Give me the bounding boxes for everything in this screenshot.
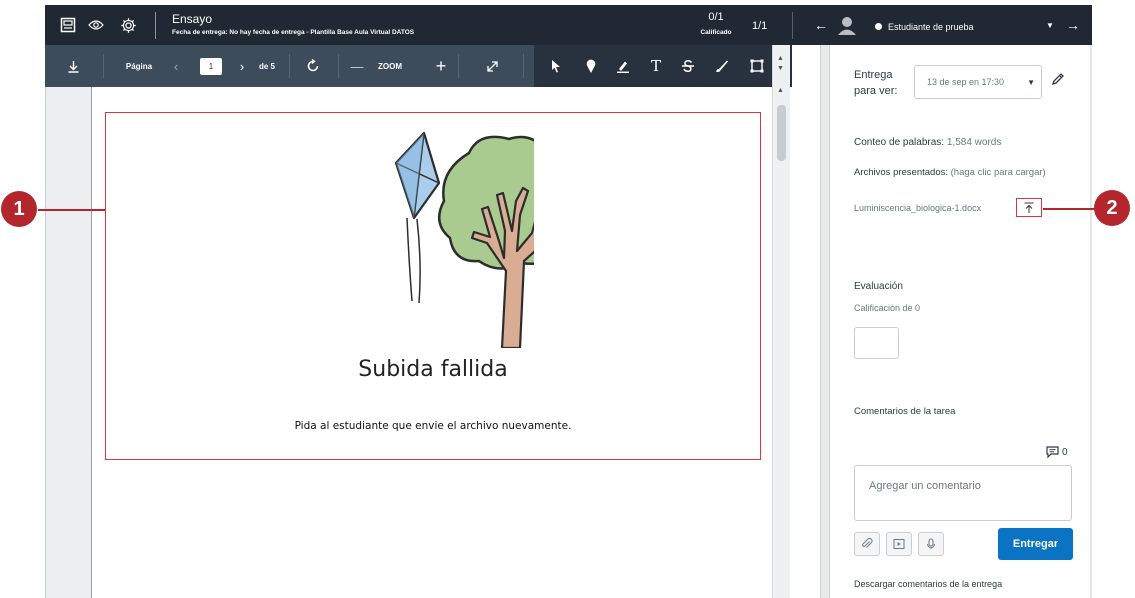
student-name[interactable]: Estudiante de prueba — [888, 22, 974, 32]
download-icon[interactable] — [63, 45, 83, 87]
tree-kite-illustration — [394, 131, 534, 348]
rotate-icon[interactable] — [299, 45, 327, 87]
page-number-input[interactable] — [200, 58, 222, 75]
comment-textarea[interactable]: Agregar un comentario — [854, 465, 1072, 521]
scroll-up-small-icon[interactable]: ▲ — [777, 87, 784, 94]
pin-icon[interactable] — [581, 45, 601, 87]
evaluation-label: Evaluación — [854, 281, 903, 292]
status-dot-icon — [875, 23, 882, 30]
submission-label: Entrega para ver: — [854, 69, 898, 97]
score-value: 0/1 — [708, 11, 724, 23]
gear-icon[interactable] — [116, 13, 140, 37]
files-label: Archivos presentados: — [854, 167, 948, 178]
comment-bubble-icon — [1046, 445, 1059, 463]
grading-sidebar: Entrega para ver: 13 de sep en 17:30 ▼ C… — [830, 45, 1092, 598]
submission-select-value: 13 de sep en 17:30 — [927, 77, 1005, 87]
annotation-tools: T — [534, 45, 792, 87]
speedgrader-header: Ensayo Fecha de entrega: No hay fecha de… — [45, 5, 1092, 45]
zoom-label: ZOOM — [378, 61, 402, 71]
chevron-down-icon: ▼ — [1027, 78, 1035, 87]
assignment-subtitle: Fecha de entrega: No hay fecha de entreg… — [172, 29, 415, 36]
scroll-down-icon[interactable]: ▼ — [777, 65, 784, 72]
document-toolbar: Página ‹ › de 5 — ZOOM + T — [45, 45, 792, 87]
download-comments-link[interactable]: Descargar comentarios de la entrega — [854, 579, 1002, 589]
pointer-icon[interactable] — [546, 45, 566, 87]
area-icon[interactable] — [746, 45, 768, 87]
microphone-icon[interactable] — [918, 532, 944, 556]
upload-failed-title: Subida fallida — [358, 357, 508, 382]
highlight-icon[interactable] — [613, 45, 633, 87]
expand-icon[interactable] — [482, 45, 502, 87]
upload-failed-message: Pida al estudiante que envie el archivo … — [294, 420, 572, 432]
callout-2-marker: 2 — [1094, 190, 1130, 226]
comment-count: 0 — [1062, 447, 1068, 458]
stage: Ensayo Fecha de entrega: No hay fecha de… — [0, 0, 1135, 598]
zoom-in-icon[interactable]: + — [433, 45, 449, 87]
media-icon[interactable] — [886, 532, 912, 556]
submit-button[interactable]: Entregar — [998, 528, 1073, 560]
scroll-up-icon[interactable]: ▲ — [777, 55, 784, 62]
word-count-value: 1,584 words — [946, 137, 1002, 148]
callout-2-line — [1043, 208, 1096, 210]
word-count: Conteo de palabras: 1,584 words — [854, 137, 1001, 148]
submitted-files: Archivos presentados: (haga clic para ca… — [854, 166, 1049, 180]
file-name-link[interactable]: Luminiscencia_biologica-1.docx — [854, 203, 981, 213]
draw-icon[interactable] — [712, 45, 732, 87]
paperclip-icon[interactable] — [854, 532, 880, 556]
files-hint: (haga clic para cargar) — [950, 167, 1046, 178]
submission-select[interactable]: 13 de sep en 17:30 ▼ — [914, 65, 1042, 99]
comments-label: Comentarios de la tarea — [854, 406, 956, 417]
callout-1-line — [38, 209, 105, 211]
sidebar-scrollbar[interactable] — [1090, 45, 1092, 598]
callout-1-marker: 1 — [1, 191, 37, 227]
scroll-thumb[interactable] — [777, 105, 786, 161]
pencil-icon[interactable] — [1046, 67, 1070, 91]
viewer-scrollbar[interactable]: ▲ ▼ ▲ — [772, 45, 790, 598]
page-total: de 5 — [258, 61, 275, 71]
student-count: 1/1 — [752, 20, 768, 32]
assignment-title[interactable]: Ensayo — [172, 12, 212, 26]
text-icon[interactable]: T — [646, 45, 666, 87]
grade-input[interactable] — [854, 327, 899, 359]
chevron-down-icon[interactable]: ▼ — [1038, 13, 1062, 37]
grade-label: Calificación de 0 — [854, 303, 921, 313]
upload-button-highlight — [1016, 198, 1042, 217]
speedgrader-icon[interactable] — [56, 13, 80, 37]
arrow-left-icon[interactable]: ← — [809, 13, 833, 37]
chevron-left-icon[interactable]: ‹ — [169, 45, 183, 87]
zoom-out-icon[interactable]: — — [349, 45, 365, 87]
eye-icon[interactable] — [84, 13, 108, 37]
page-label: Página — [125, 61, 153, 71]
upload-failed-panel: Subida fallida Pida al estudiante que en… — [105, 112, 761, 460]
score-label: Calificado — [700, 29, 732, 36]
word-count-label: Conteo de palabras: — [854, 137, 945, 148]
arrow-right-icon[interactable]: → — [1061, 13, 1085, 37]
panel-resize-handle[interactable] — [820, 45, 830, 598]
chevron-right-icon[interactable]: › — [235, 45, 249, 87]
strikethrough-icon[interactable] — [678, 45, 698, 87]
avatar-icon[interactable] — [835, 13, 859, 37]
